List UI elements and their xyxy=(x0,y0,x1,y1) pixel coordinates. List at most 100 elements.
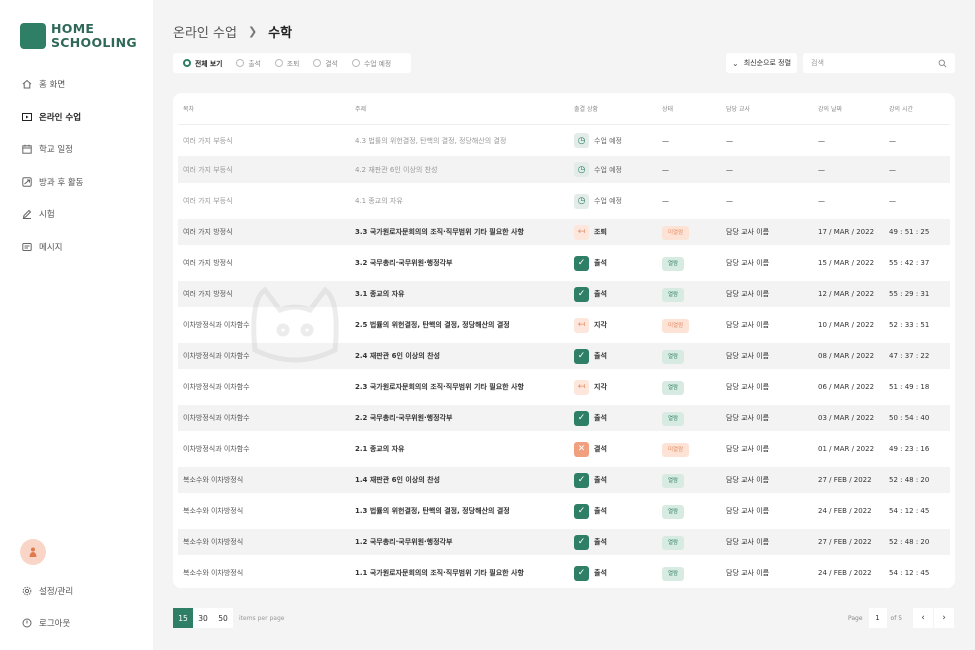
table-row[interactable]: 여러 가지 부등식 4.2 재판관 6인 이상의 찬성 ◷ 수업 예정 — — — — xyxy=(178,156,950,183)
filter-present[interactable]: 출석 xyxy=(236,58,261,68)
check-icon: ✓ xyxy=(574,534,589,550)
table-row[interactable]: 여러 가지 부등식 4.1 종교의 자유 ◷ 수업 예정 — — — — xyxy=(178,183,950,219)
table-row[interactable]: 여러 가지 방정식 3.3 국가원로자문회의의 조직·직무범위 기타 필요한 사항… xyxy=(178,219,950,245)
filter-upcoming[interactable]: 수업 예정 xyxy=(351,58,391,68)
table-header: 목차 주제 출결 상황 상태 담당 교사 강의 날짜 강의 시간 xyxy=(178,93,950,125)
table-row[interactable]: 여러 가지 부등식 4.3 법률의 위헌결정, 탄핵의 결정, 정당해산의 결정 ◷… xyxy=(178,125,950,156)
filter-absent[interactable]: 결석 xyxy=(313,58,338,68)
status-cell: 열람 xyxy=(662,567,685,581)
status-badge: 열람 xyxy=(662,350,685,364)
radio-icon xyxy=(236,59,245,67)
status-cell: 열람 xyxy=(662,474,685,488)
table-body: 여러 가지 부등식 4.3 법률의 위헌결정, 탄핵의 결정, 정당해산의 결정 ◷… xyxy=(178,125,950,591)
row-subject: 이차방정식과 이차함수 xyxy=(183,321,250,329)
attendance-cell: ✓ 출석 xyxy=(574,472,607,488)
sort-dropdown[interactable]: ⌄ 최신순으로 정렬 xyxy=(726,53,797,73)
row-date: 24 / FEB / 2022 xyxy=(818,569,872,577)
row-title[interactable]: 3.1 종교의 자유 xyxy=(355,289,404,299)
page-size-30[interactable]: 30 xyxy=(193,608,213,628)
row-title[interactable]: 3.2 국무총리·국무위원·행정각부 xyxy=(355,258,452,268)
avatar[interactable] xyxy=(20,539,46,565)
table-row[interactable]: 여러 가지 방정식 3.2 국무총리·국무위원·행정각부 ✓ 출석 열람 담당 교사 이름… xyxy=(178,245,950,281)
filter-early-leave[interactable]: 조퇴 xyxy=(274,58,299,68)
table-row[interactable]: 이차방정식과 이차함수 2.1 종교의 자유 ✕ 결석 미열람 담당 교사 이름 01 / … xyxy=(178,431,950,467)
table-row[interactable]: 이차방정식과 이차함수 2.4 재판관 6인 이상의 찬성 ✓ 출석 열람 담당 교사 이… xyxy=(178,343,950,369)
row-title[interactable]: 2.3 국가원로자문회의의 조직·직무범위 기타 필요한 사항 xyxy=(355,382,524,392)
row-title[interactable]: 4.1 종교의 자유 xyxy=(355,196,403,206)
sidebar-item-schedule[interactable]: 학교 일정 xyxy=(22,133,84,166)
attendance-cell: ↤ 조퇴 xyxy=(574,224,607,240)
row-time: 55 : 42 : 37 xyxy=(889,259,930,267)
table-row[interactable]: 이차방정식과 이차함수 2.5 법률의 위헌결정, 탄핵의 결정, 정당해산의 결… xyxy=(178,307,950,343)
row-teacher: — xyxy=(726,136,733,145)
search-input[interactable] xyxy=(811,59,938,67)
table-row[interactable]: 이차방정식과 이차함수 2.3 국가원로자문회의의 조직·직무범위 기타 필요한 … xyxy=(178,369,950,405)
prev-page-button[interactable]: ‹ xyxy=(913,608,934,628)
table-row[interactable]: 복소수와 이차방정식 1.3 법률의 위헌결정, 탄핵의 결정, 정당해산의 결정… xyxy=(178,493,950,529)
row-title[interactable]: 3.3 국가원로자문회의의 조직·직무범위 기타 필요한 사항 xyxy=(355,227,524,237)
gear-icon xyxy=(22,586,32,596)
table-row[interactable]: 복소수와 이차방정식 1.2 국무총리·국무위원·행정각부 ✓ 출석 열람 담당 교사 이… xyxy=(178,529,950,555)
attendance-cell: ◷ 수업 예정 xyxy=(574,133,622,148)
row-title[interactable]: 1.1 국가원로자문회의의 조직·직무범위 기타 필요한 사항 xyxy=(355,568,524,578)
row-subject: 이차방정식과 이차함수 xyxy=(183,414,250,422)
header-attendance: 출결 상황 xyxy=(574,106,598,113)
status-badge: 열람 xyxy=(662,474,685,488)
page-number-input[interactable]: 1 xyxy=(868,608,887,628)
row-teacher: 담당 교사 이름 xyxy=(726,414,770,422)
row-time: 54 : 12 : 45 xyxy=(889,507,930,515)
row-title[interactable]: 2.5 법률의 위헌결정, 탄핵의 결정, 정당해산의 결정 xyxy=(355,320,510,330)
check-icon: ✓ xyxy=(574,565,589,581)
row-title[interactable]: 2.4 재판관 6인 이상의 찬성 xyxy=(355,351,440,361)
exit-icon: ↤ xyxy=(574,224,589,240)
attendance-cell: ✓ 출석 xyxy=(574,503,607,519)
status-cell: 열람 xyxy=(662,288,685,302)
row-time: 55 : 29 : 31 xyxy=(889,290,930,298)
sidebar-item-exam[interactable]: 시험 xyxy=(22,198,84,231)
row-teacher: — xyxy=(726,197,733,205)
sidebar-item-logout[interactable]: 로그아웃 xyxy=(22,607,73,639)
sidebar-item-home[interactable]: 홈 화면 xyxy=(22,68,84,101)
header-teacher: 담당 교사 xyxy=(726,106,750,113)
page-size-50[interactable]: 50 xyxy=(213,608,233,628)
check-icon: ✓ xyxy=(574,286,589,302)
breadcrumb-parent[interactable]: 온라인 수업 xyxy=(173,22,237,41)
row-title[interactable]: 1.2 국무총리·국무위원·행정각부 xyxy=(355,537,452,547)
app-logo[interactable]: HOME SCHOOLING xyxy=(20,22,137,50)
row-title[interactable]: 1.4 재판관 6인 이상의 찬성 xyxy=(355,475,440,485)
search-icon[interactable] xyxy=(938,59,947,68)
attendance-label: 출석 xyxy=(594,569,607,577)
status-cell: 미열람 xyxy=(662,226,690,240)
row-title[interactable]: 1.3 법률의 위헌결정, 탄핵의 결정, 정당해산의 결정 xyxy=(355,506,510,516)
clock-icon: ◷ xyxy=(574,193,589,209)
sidebar-item-after-school[interactable]: 방과 후 활동 xyxy=(22,166,84,199)
status-badge: 미열람 xyxy=(662,443,690,457)
row-teacher: 담당 교사 이름 xyxy=(726,259,770,267)
row-subject: 여러 가지 부등식 xyxy=(183,136,233,145)
header-topic: 주제 xyxy=(355,106,367,113)
row-date: 27 / FEB / 2022 xyxy=(818,538,872,546)
message-icon xyxy=(22,242,32,252)
row-title[interactable]: 4.2 재판관 6인 이상의 찬성 xyxy=(355,165,437,175)
row-title[interactable]: 2.1 종교의 자유 xyxy=(355,444,404,454)
next-page-button[interactable]: › xyxy=(934,608,955,628)
row-subject: 여러 가지 방정식 xyxy=(183,259,233,267)
table-row[interactable]: 여러 가지 방정식 3.1 종교의 자유 ✓ 출석 열람 담당 교사 이름 12 / MAR… xyxy=(178,281,950,307)
attendance-label: 출석 xyxy=(594,290,607,298)
filter-all[interactable]: 전체 보기 xyxy=(183,58,222,68)
table-row[interactable]: 복소수와 이차방정식 1.4 재판관 6인 이상의 찬성 ✓ 출석 열람 담당 교사 이름… xyxy=(178,467,950,493)
logo-mark xyxy=(20,23,46,49)
sidebar-item-online-class[interactable]: 온라인 수업 xyxy=(22,101,84,134)
sidebar-item-label: 학교 일정 xyxy=(39,145,73,156)
sidebar-item-message[interactable]: 메시지 xyxy=(22,231,84,264)
row-title[interactable]: 4.3 법률의 위헌결정, 탄핵의 결정, 정당해산의 결정 xyxy=(355,136,506,146)
attendance-label: 출석 xyxy=(594,259,607,267)
table-row[interactable]: 이차방정식과 이차함수 2.2 국무총리·국무위원·행정각부 ✓ 출석 열람 담당 교사 … xyxy=(178,405,950,431)
sidebar-item-settings[interactable]: 설정/관리 xyxy=(22,575,73,607)
sidebar-item-label: 시험 xyxy=(39,210,55,221)
row-date: 01 / MAR / 2022 xyxy=(818,445,875,453)
table-row[interactable]: 복소수와 이차방정식 1.1 국가원로자문회의의 조직·직무범위 기타 필요한 사… xyxy=(178,555,950,591)
page-size-15[interactable]: 15 xyxy=(173,608,193,628)
page-title: 수학 xyxy=(268,26,293,41)
row-title[interactable]: 2.2 국무총리·국무위원·행정각부 xyxy=(355,413,452,423)
